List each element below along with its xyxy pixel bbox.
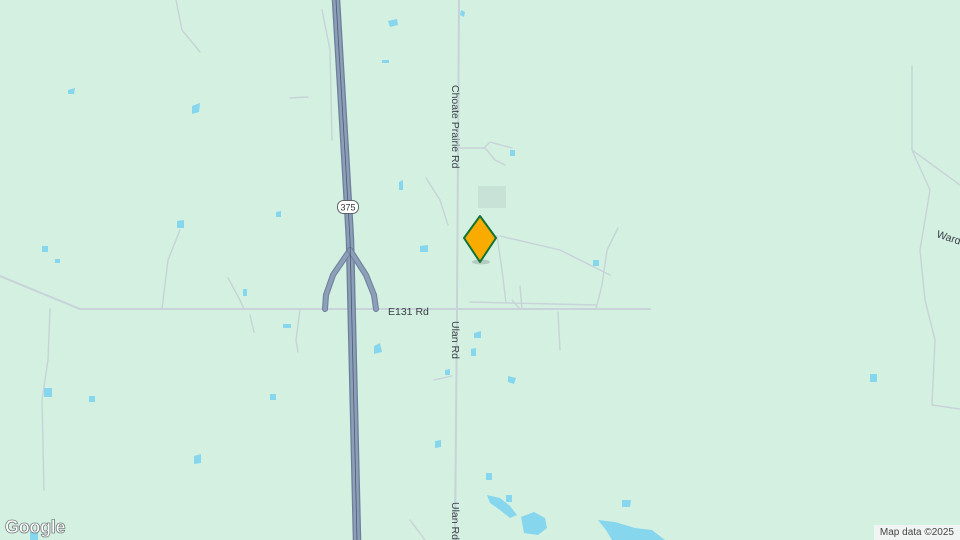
building [478,186,506,208]
map-attribution[interactable]: Map data ©2025 [873,525,960,540]
road-label-ulan-lower: Ulan Rd [449,502,461,540]
highway-375 [322,0,379,540]
map-layer: 375 Choate Prairie Rd Ulan Rd Ulan Rd E1… [0,0,960,540]
road-label-ward: Ward [935,228,960,247]
highway-shield: 375 [337,200,359,214]
road-label-ulan-upper: Ulan Rd [449,321,461,359]
minor-roads [0,0,960,540]
road-label-choate-prairie: Choate Prairie Rd [449,85,461,169]
road-label-e131: E131 Rd [388,306,429,318]
ulan-road-line [454,0,460,540]
location-marker-icon[interactable] [463,215,497,265]
google-logo[interactable]: Google [5,517,66,538]
map-canvas[interactable]: 375 Choate Prairie Rd Ulan Rd Ulan Rd E1… [0,0,960,540]
highway-shield-label: 375 [340,203,355,213]
